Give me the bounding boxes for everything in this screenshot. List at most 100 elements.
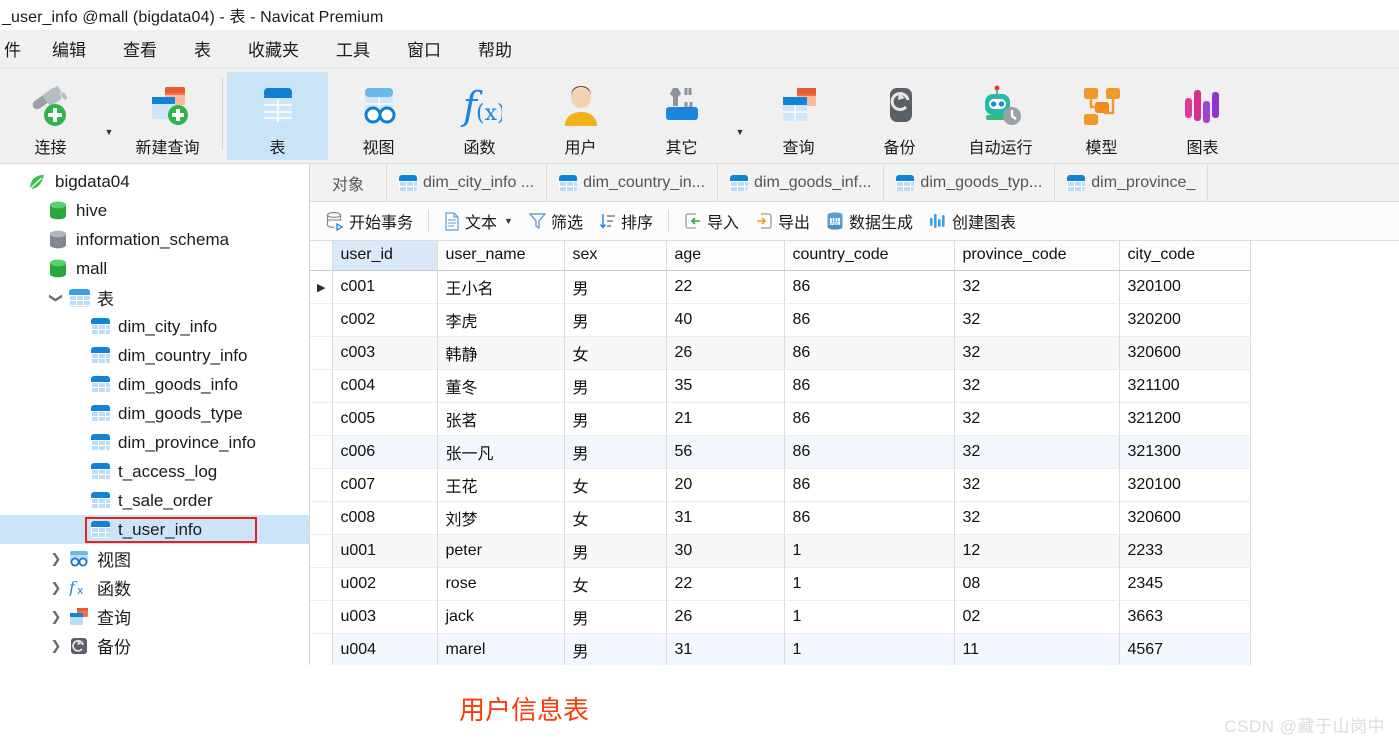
tab-dim_city_info[interactable]: dim_city_info ... [387, 164, 548, 201]
cell-age[interactable]: 35 [666, 369, 786, 403]
table-row[interactable]: c007 王花女 20 86 32 320100 [310, 468, 1252, 502]
data-toolbar-begin-transaction[interactable]: 开始事务 [318, 207, 421, 235]
cell-sex[interactable]: 女 [564, 468, 668, 502]
sidebar-item-dim_goods_type[interactable]: dim_goods_type [0, 399, 309, 428]
data-toolbar-create-chart[interactable]: 创建图表 [921, 207, 1024, 235]
cell-city_code[interactable]: 2345 [1119, 567, 1252, 601]
column-header-city_code[interactable]: city_code [1119, 241, 1252, 271]
cell-country_code[interactable]: 86 [784, 369, 956, 403]
cell-user_id[interactable]: c005 [332, 402, 439, 436]
cell-province_code[interactable]: 11 [954, 633, 1121, 667]
tab-[interactable]: 对象 [310, 164, 388, 201]
toolbar-button-query[interactable]: 查询 [748, 72, 849, 160]
tab-dim_goods_typ[interactable]: dim_goods_typ... [884, 164, 1056, 201]
cell-city_code[interactable]: 320600 [1119, 501, 1252, 535]
menu-tools[interactable]: 工具 [324, 32, 382, 65]
cell-country_code[interactable]: 86 [784, 270, 956, 304]
toolbar-button-other-tools[interactable]: 其它 [631, 72, 732, 160]
data-toolbar-export[interactable]: 导出 [747, 207, 818, 235]
column-header-sex[interactable]: sex [564, 241, 668, 271]
row-indicator[interactable] [310, 369, 334, 403]
cell-province_code[interactable]: 32 [954, 369, 1121, 403]
data-toolbar-import[interactable]: 导入 [676, 207, 747, 235]
chevron-down-icon[interactable]: ❯ [48, 288, 64, 308]
toolbar-button-view[interactable]: 视图 [328, 72, 429, 160]
cell-province_code[interactable]: 32 [954, 336, 1121, 370]
tab-dim_country_in[interactable]: dim_country_in... [547, 164, 719, 201]
cell-user_name[interactable]: 王小名 [437, 270, 566, 304]
cell-user_id[interactable]: c003 [332, 336, 439, 370]
sidebar-item-mall[interactable]: mall [0, 254, 309, 283]
cell-country_code[interactable]: 86 [784, 435, 956, 469]
cell-province_code[interactable]: 32 [954, 501, 1121, 535]
cell-user_name[interactable]: 韩静 [437, 336, 566, 370]
data-grid[interactable]: user_id user_name sex age country_code provin… [310, 241, 1252, 667]
chevron-down-icon[interactable]: ▼ [101, 127, 117, 137]
object-tree-sidebar[interactable]: bigdata04 hive information_schema mall ❯ 表 dim… [0, 164, 310, 749]
cell-city_code[interactable]: 320100 [1119, 270, 1252, 304]
cell-city_code[interactable]: 3663 [1119, 600, 1252, 634]
cell-user_id[interactable]: c008 [332, 501, 439, 535]
row-indicator[interactable]: ▶ [310, 270, 334, 304]
menu-table[interactable]: 表 [182, 32, 223, 65]
cell-age[interactable]: 40 [666, 303, 786, 337]
toolbar-button-user[interactable]: 用户 [530, 72, 631, 160]
sidebar-item-dim_goods_info[interactable]: dim_goods_info [0, 370, 309, 399]
cell-sex[interactable]: 男 [564, 270, 668, 304]
sidebar-item-t_user_info[interactable]: t_user_info [0, 515, 309, 544]
table-row[interactable]: u001 peter 男 30 1 12 2233 [310, 534, 1252, 568]
cell-age[interactable]: 22 [666, 270, 786, 304]
sidebar-item-t_access_log[interactable]: t_access_log [0, 457, 309, 486]
cell-user_name[interactable]: 张茗 [437, 402, 566, 436]
cell-province_code[interactable]: 32 [954, 303, 1121, 337]
chevron-right-icon[interactable]: ❯ [46, 551, 66, 567]
row-indicator[interactable] [310, 402, 334, 436]
data-toolbar-data-generation[interactable]: 101 ABC 数据生成 [818, 207, 921, 235]
column-header-user_name[interactable]: user_name [437, 241, 566, 271]
cell-province_code[interactable]: 32 [954, 402, 1121, 436]
cell-sex[interactable]: 男 [564, 402, 668, 436]
row-indicator[interactable] [310, 435, 334, 469]
row-indicator[interactable] [310, 336, 334, 370]
sidebar-item-dim_country_info[interactable]: dim_country_info [0, 341, 309, 370]
cell-city_code[interactable]: 321200 [1119, 402, 1252, 436]
sidebar-item-t_sale_order[interactable]: t_sale_order [0, 486, 309, 515]
table-row[interactable]: u003 jack 男 26 1 02 3663 [310, 600, 1252, 634]
sidebar-item-dim_city_info[interactable]: dim_city_info [0, 312, 309, 341]
sidebar-item-[interactable]: ❯ 查询 [0, 602, 309, 631]
table-row[interactable]: c006 张一凡男 56 86 32 321300 [310, 435, 1252, 469]
cell-user_name[interactable]: marel [437, 633, 566, 667]
menu-edit[interactable]: 编辑 [40, 32, 98, 65]
cell-user_name[interactable]: 王花 [437, 468, 566, 502]
cell-province_code[interactable]: 12 [954, 534, 1121, 568]
table-row[interactable]: u004 marel 男 31 1 11 4567 [310, 633, 1252, 667]
cell-sex[interactable]: 男 [564, 600, 668, 634]
menu-favorites[interactable]: 收藏夹 [236, 32, 311, 65]
cell-age[interactable]: 26 [666, 600, 786, 634]
cell-user_id[interactable]: c004 [332, 369, 439, 403]
cell-country_code[interactable]: 1 [784, 567, 956, 601]
sidebar-item-[interactable]: ❯ 表 [0, 283, 309, 312]
cell-user_name[interactable]: 李虎 [437, 303, 566, 337]
chevron-down-icon[interactable]: ▼ [732, 127, 748, 137]
cell-country_code[interactable]: 1 [784, 633, 956, 667]
sidebar-item-dim_province_info[interactable]: dim_province_info [0, 428, 309, 457]
cell-user_id[interactable]: u004 [332, 633, 439, 667]
cell-user_id[interactable]: u003 [332, 600, 439, 634]
toolbar-button-automation[interactable]: 自动运行 [950, 72, 1051, 160]
column-header-user_id[interactable]: user_id [332, 241, 439, 271]
cell-sex[interactable]: 男 [564, 435, 668, 469]
cell-country_code[interactable]: 1 [784, 600, 956, 634]
cell-user_name[interactable]: 刘梦 [437, 501, 566, 535]
toolbar-button-connection[interactable]: 连接 [0, 72, 101, 160]
row-indicator[interactable] [310, 501, 334, 535]
tab-dim_goods_inf[interactable]: dim_goods_inf... [718, 164, 885, 201]
column-header-province_code[interactable]: province_code [954, 241, 1121, 271]
cell-country_code[interactable]: 1 [784, 534, 956, 568]
cell-city_code[interactable]: 321300 [1119, 435, 1252, 469]
cell-city_code[interactable]: 4567 [1119, 633, 1252, 667]
sidebar-item-hive[interactable]: hive [0, 196, 309, 225]
column-header-country_code[interactable]: country_code [784, 241, 956, 271]
cell-user_name[interactable]: 董冬 [437, 369, 566, 403]
cell-user_name[interactable]: jack [437, 600, 566, 634]
